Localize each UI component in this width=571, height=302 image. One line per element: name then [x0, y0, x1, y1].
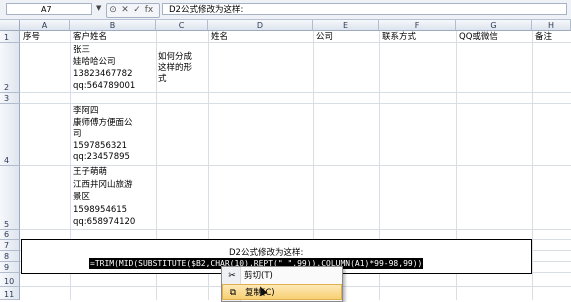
formula-note-label: D2公式修改为这样:	[229, 248, 304, 258]
cell-b5[interactable]: 王子萌萌 江西井冈山旅游 景区 1598954615 qq:658974120	[73, 166, 135, 229]
enter-icon[interactable]: ✓	[131, 4, 143, 17]
menu-item-cut-label: 剪切(T)	[244, 271, 273, 281]
column-header-c[interactable]: C	[156, 20, 208, 31]
column-header-f[interactable]: F	[379, 20, 456, 31]
column-header-a[interactable]: A	[20, 20, 70, 31]
row-header-9[interactable]: 9	[0, 262, 20, 273]
column-header-h[interactable]: H	[532, 20, 571, 31]
row-header-5[interactable]: 5	[0, 166, 20, 230]
menu-item-cut[interactable]: ✂ 剪切(T)	[222, 268, 342, 284]
cell-b1[interactable]: 客户姓名	[73, 32, 107, 42]
cell-h1[interactable]: 备注	[535, 32, 552, 42]
cell-f1[interactable]: 联系方式	[382, 32, 416, 42]
context-menu: ✂ 剪切(T) ⧉ 复制(C)	[221, 266, 343, 302]
column-header-d[interactable]: D	[208, 20, 313, 31]
row-header-3[interactable]: 3	[0, 93, 20, 104]
copy-icon: ⧉	[229, 288, 237, 298]
row-header-10[interactable]: 10	[0, 273, 20, 287]
circle-icon[interactable]: ⊙	[107, 4, 119, 17]
cell-c2[interactable]: 如何分成 这样的形 式	[158, 52, 192, 85]
gridline	[20, 229, 571, 230]
row-header-4[interactable]: 4	[0, 104, 20, 166]
column-header-b[interactable]: B	[70, 20, 156, 31]
gridline	[20, 103, 571, 104]
row-header-1[interactable]: 1	[0, 31, 20, 43]
insert-function-icon[interactable]: fx	[143, 4, 155, 17]
name-box-dropdown-icon[interactable]: ▼	[96, 4, 101, 12]
row-header-2[interactable]: 2	[0, 43, 20, 93]
row-header-6[interactable]: 6	[0, 230, 20, 240]
formula-buttons: ⊙ ✕ ✓ fx	[106, 3, 160, 18]
cell-b4[interactable]: 李阿四 康师傅方便面公 司 1597856321 qq:23457895	[73, 106, 133, 164]
cell-d1[interactable]: 姓名	[211, 32, 228, 42]
name-box[interactable]: A7	[6, 3, 92, 15]
column-header-e[interactable]: E	[313, 20, 379, 31]
gridline	[20, 92, 571, 93]
row-header-11[interactable]: 11	[0, 287, 20, 300]
menu-item-copy[interactable]: ⧉ 复制(C)	[222, 284, 342, 300]
cancel-icon[interactable]: ✕	[119, 4, 131, 17]
gridline	[20, 42, 571, 43]
cell-a1[interactable]: 序号	[23, 32, 40, 42]
select-all-corner[interactable]	[0, 20, 20, 31]
row-header-8[interactable]: 8	[0, 251, 20, 262]
column-header-g[interactable]: G	[456, 20, 532, 31]
formula-input[interactable]: D2公式修改为这样:	[162, 3, 567, 15]
cell-e1[interactable]: 公司	[316, 32, 333, 42]
row-header-7[interactable]: 7	[0, 240, 20, 251]
scissors-icon: ✂	[228, 271, 236, 281]
formula-bar: A7 ▼ ⊙ ✕ ✓ fx D2公式修改为这样:	[0, 0, 571, 20]
cell-b2[interactable]: 张三 娃哈哈公司 13823467782 qq:564789001	[73, 44, 135, 92]
cell-g1[interactable]: QQ或微信	[459, 32, 498, 42]
